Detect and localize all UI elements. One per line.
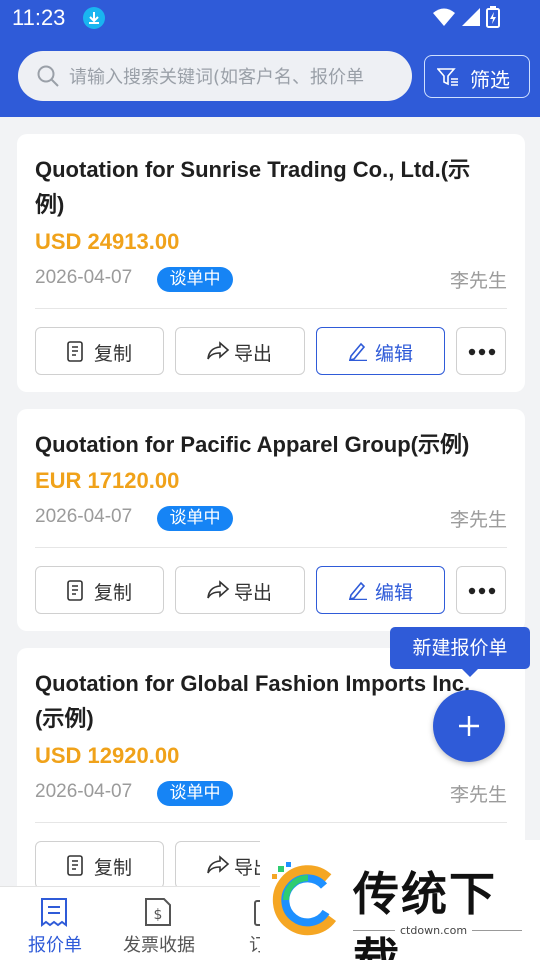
card-divider — [35, 547, 507, 548]
card-divider — [35, 822, 507, 823]
quote-owner: 李先生 — [449, 509, 507, 531]
more-button[interactable] — [456, 566, 506, 614]
copy-button[interactable]: 复制 — [35, 841, 164, 889]
quote-title: Quotation for Pacific Apparel Group(示例) — [35, 432, 470, 457]
pencil-icon — [348, 581, 367, 600]
more-button[interactable] — [456, 327, 506, 375]
quote-card[interactable]: Quotation for Pacific Apparel Group(示例) … — [17, 409, 525, 631]
quote-title: Quotation for Sunrise Trading Co., Ltd.(… — [35, 157, 471, 217]
quote-owner: 李先生 — [449, 784, 507, 806]
signal-icon — [462, 8, 480, 26]
share-arrow-icon — [207, 341, 230, 360]
status-icons — [432, 6, 500, 28]
share-arrow-icon — [207, 855, 230, 874]
copy-label: 复制 — [94, 582, 133, 604]
receipt-icon — [41, 898, 67, 927]
edit-label: 编辑 — [375, 582, 414, 604]
nav-item-invoices[interactable]: $ 发票收据 — [104, 887, 214, 960]
watermark-url: ctdown.com — [400, 924, 468, 937]
svg-text:$: $ — [154, 907, 163, 923]
quote-amount: USD 24913.00 — [35, 229, 180, 254]
watermark-overlay: 传统下载 ctdown.com — [260, 840, 540, 960]
copy-label: 复制 — [94, 857, 133, 879]
new-quote-button[interactable] — [433, 690, 505, 762]
export-button[interactable]: 导出 — [175, 327, 305, 375]
copy-icon — [67, 580, 83, 601]
tooltip-arrow — [462, 669, 478, 677]
copy-icon — [67, 341, 83, 362]
card-divider — [35, 308, 507, 309]
nav-label: 报价单 — [28, 935, 82, 956]
export-button[interactable]: 导出 — [175, 566, 305, 614]
quote-card[interactable]: Quotation for Sunrise Trading Co., Ltd.(… — [17, 134, 525, 392]
edit-button[interactable]: 编辑 — [316, 566, 445, 614]
more-dots-icon — [468, 348, 496, 356]
pencil-icon — [348, 342, 367, 361]
watermark-line — [353, 930, 395, 931]
quote-title: Quotation for Global Fashion Imports Inc… — [35, 671, 471, 731]
filter-icon — [437, 68, 458, 86]
new-quote-tooltip: 新建报价单 — [390, 627, 530, 669]
status-badge: 谈单中 — [157, 781, 233, 806]
copy-label: 复制 — [94, 343, 133, 365]
battery-icon — [486, 6, 500, 28]
watermark-line — [472, 930, 522, 931]
quote-date: 2026-04-07 — [35, 781, 133, 802]
filter-label: 筛选 — [470, 68, 510, 92]
more-dots-icon — [468, 587, 496, 595]
edit-label: 编辑 — [375, 343, 414, 365]
download-notification-icon — [83, 7, 105, 29]
copy-icon — [67, 855, 83, 876]
plus-icon — [459, 716, 479, 736]
search-icon — [37, 65, 59, 87]
filter-button[interactable]: 筛选 — [424, 55, 530, 98]
status-badge: 谈单中 — [157, 267, 233, 292]
quote-date: 2026-04-07 — [35, 506, 133, 527]
quote-amount: USD 12920.00 — [35, 743, 180, 768]
export-label: 导出 — [234, 343, 273, 365]
edit-button[interactable]: 编辑 — [316, 327, 445, 375]
export-label: 导出 — [234, 582, 273, 604]
invoice-icon: $ — [145, 898, 171, 926]
wifi-icon — [433, 8, 455, 26]
watermark-logo-icon — [272, 862, 337, 936]
search-input[interactable]: 请输入搜索关键词(如客户名、报价单 — [18, 51, 412, 101]
copy-button[interactable]: 复制 — [35, 327, 164, 375]
copy-button[interactable]: 复制 — [35, 566, 164, 614]
app-header: 11:23 请输入搜索关键词(如客户名、报价单 筛选 — [0, 0, 540, 117]
status-badge: 谈单中 — [157, 506, 233, 531]
quote-owner: 李先生 — [449, 270, 507, 292]
nav-label: 发票收据 — [123, 935, 195, 956]
status-time: 11:23 — [12, 5, 66, 30]
status-bar: 11:23 — [0, 0, 540, 38]
quote-amount: EUR 17120.00 — [35, 468, 180, 493]
nav-item-quotes[interactable]: 报价单 — [0, 887, 110, 960]
search-placeholder: 请输入搜索关键词(如客户名、报价单 — [69, 67, 365, 88]
watermark-text: 传统下载 — [353, 867, 497, 960]
quote-date: 2026-04-07 — [35, 267, 133, 288]
share-arrow-icon — [207, 580, 230, 599]
